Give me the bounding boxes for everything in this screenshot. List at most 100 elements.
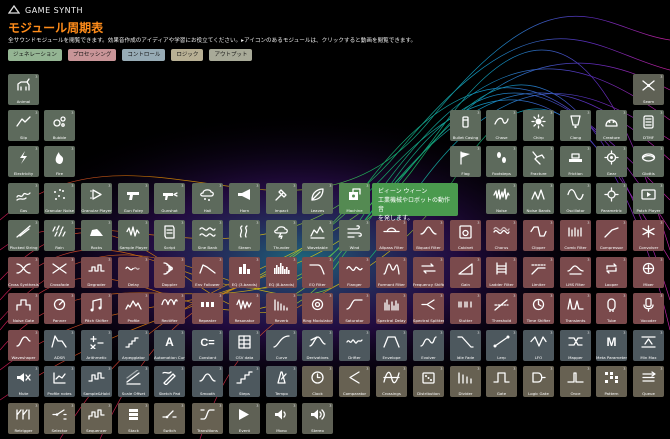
module-tile-saturator[interactable]: 3 Saturator xyxy=(339,293,370,324)
module-tile-evolver[interactable]: 3 Evolver xyxy=(413,330,444,361)
module-tile-vocoder[interactable]: 3 Vocoder xyxy=(633,293,664,324)
module-tile-constant[interactable]: C= 3 Constant xyxy=(192,330,223,361)
module-tile-envelope[interactable]: 3 Envelope xyxy=(376,330,407,361)
module-tile-cross[interactable]: 3 Cross Synthesis xyxy=(8,257,39,288)
module-tile-gear[interactable]: 3 Gear xyxy=(596,146,627,177)
module-tile-lfo[interactable]: 3 LFO xyxy=(523,330,554,361)
module-tile-drifter[interactable]: 3 Drifter xyxy=(339,330,370,361)
module-tile-ladder[interactable]: 3 Ladder Filter xyxy=(486,257,517,288)
module-tile-friction[interactable]: 3 Friction xyxy=(560,146,591,177)
module-tile-minmax[interactable]: 3 Min Max xyxy=(633,330,664,361)
module-tile-footsteps[interactable]: 3 Footsteps xyxy=(486,146,517,177)
module-tile-flag[interactable]: 3 Flag xyxy=(450,146,481,177)
module-tile-scaleoff[interactable]: 3 Scale Offset xyxy=(118,366,149,397)
module-tile-fire[interactable]: 3 Fire xyxy=(44,146,75,177)
module-tile-rectifier[interactable]: 3 Rectifier xyxy=(154,293,185,324)
module-tile-queue[interactable]: 3 Queue xyxy=(633,366,664,397)
module-tile-crossfade[interactable]: 3 Crossfade xyxy=(44,257,75,288)
module-tile-stack[interactable]: 3 Stack xyxy=(118,403,149,434)
module-tile-machine[interactable]: 3 Machine xyxy=(339,183,370,214)
module-tile-looper[interactable]: 3 Looper xyxy=(596,257,627,288)
module-tile-chase[interactable]: 3 Chase xyxy=(486,110,517,141)
module-tile-osc[interactable]: 3 Oscillator xyxy=(560,183,591,214)
module-tile-once[interactable]: 3 Once xyxy=(560,366,591,397)
module-tile-ring[interactable]: 3 Ring Modulator xyxy=(302,293,333,324)
module-tile-cabinet[interactable]: 3 Cabinet xyxy=(450,220,481,251)
filter-control-button[interactable]: コントロール xyxy=(122,49,166,61)
module-tile-envfollow[interactable]: 3 Env Follower xyxy=(192,257,223,288)
module-tile-gplayer[interactable]: 3 Granular Player xyxy=(81,183,112,214)
module-tile-distribution[interactable]: 3 Distribution xyxy=(413,366,444,397)
module-tile-logicgate[interactable]: 3 Logic Gate xyxy=(523,366,554,397)
module-tile-glottis[interactable]: 3 Glottis xyxy=(633,146,664,177)
module-tile-horn[interactable]: 3 Horn xyxy=(229,183,260,214)
module-tile-event[interactable]: 3 Event xyxy=(229,403,260,434)
module-tile-tempo[interactable]: 3 Tempo xyxy=(266,366,297,397)
module-tile-sampleplayer[interactable]: 3 Sample Player xyxy=(118,220,149,251)
module-tile-arp[interactable]: 3 Arpeggiator xyxy=(118,330,149,361)
module-tile-eqfilter[interactable]: 3 EQ Filter xyxy=(302,257,333,288)
module-tile-pattern[interactable]: 3 Pattern xyxy=(596,366,627,397)
module-tile-rain[interactable]: 3 Rain xyxy=(44,220,75,251)
module-tile-repeater[interactable]: 3 Repeater xyxy=(192,293,223,324)
module-tile-curve[interactable]: 3 Curve xyxy=(266,330,297,361)
module-tile-eq3[interactable]: 3 EQ (3-bands) xyxy=(229,257,260,288)
module-tile-mixer[interactable]: 3 Mixer xyxy=(633,257,664,288)
module-tile-autocurve[interactable]: A 3 Automation Curve xyxy=(154,330,185,361)
module-tile-comb[interactable]: 3 Comb Filter xyxy=(560,220,591,251)
module-tile-comparator[interactable]: 3 Comparator xyxy=(339,366,370,397)
module-tile-noisebands[interactable]: 3 Noise Bands xyxy=(523,183,554,214)
module-tile-delay[interactable]: 3 Delay xyxy=(118,257,149,288)
module-tile-threshold[interactable]: 3 Threshold xyxy=(486,293,517,324)
module-tile-specdelay[interactable]: 3 Spectral Delay xyxy=(376,293,407,324)
module-tile-electricity[interactable]: 3 Electricity xyxy=(8,146,39,177)
module-tile-stutter[interactable]: 3 Stutter xyxy=(450,293,481,324)
filter-logic-button[interactable]: ロジック xyxy=(171,49,204,61)
module-tile-eq8[interactable]: 3 EQ (8-bands) xyxy=(266,257,297,288)
module-tile-pitch[interactable]: 3 Pitch Shifter xyxy=(81,293,112,324)
module-tile-wind[interactable]: 3 Wind xyxy=(339,220,370,251)
module-tile-switch[interactable]: 3 Switch xyxy=(154,403,185,434)
module-tile-deriv[interactable]: 3 Derivatives xyxy=(302,330,333,361)
module-tile-noisegate[interactable]: 3 Noise Gate xyxy=(8,293,39,324)
module-tile-crossings[interactable]: 3 Crossings xyxy=(376,366,407,397)
module-tile-transitions[interactable]: 3 Transitions xyxy=(192,403,223,434)
module-tile-gas[interactable]: 3 Gas xyxy=(8,183,39,214)
module-tile-gunshot[interactable]: 3 Gunshot xyxy=(154,183,185,214)
module-tile-idlefade[interactable]: 3 Idle Fade xyxy=(450,330,481,361)
module-tile-noise[interactable]: 3 Noise xyxy=(486,183,517,214)
filter-processing-button[interactable]: プロセッシング xyxy=(67,49,117,61)
module-tile-stereo[interactable]: 3 Stereo xyxy=(302,403,333,434)
module-tile-divider[interactable]: 3 Divider xyxy=(450,366,481,397)
module-tile-convolver[interactable]: 3 Convolver xyxy=(633,220,664,251)
module-tile-gain[interactable]: 3 Gain xyxy=(450,257,481,288)
module-tile-mono[interactable]: 3 Mono xyxy=(266,403,297,434)
module-tile-wavetable[interactable]: 3 Wavetable xyxy=(302,220,333,251)
module-tile-seam[interactable]: 3 Seam xyxy=(633,74,664,105)
module-tile-chirp[interactable]: 3 Chirp xyxy=(523,110,554,141)
filter-output-button[interactable]: アウトプット xyxy=(209,49,253,61)
module-tile-hail[interactable]: 3 Hail xyxy=(192,183,223,214)
module-tile-flanger[interactable]: 3 Flanger xyxy=(339,257,370,288)
module-tile-plucked[interactable]: 3 Plucked String xyxy=(8,220,39,251)
module-tile-steam[interactable]: 3 Steam xyxy=(229,220,260,251)
module-tile-formant[interactable]: 3 Formant Filter xyxy=(376,257,407,288)
module-tile-gunfoley[interactable]: 3 Gun Foley xyxy=(118,183,149,214)
module-tile-smooth[interactable]: 3 Smooth xyxy=(192,366,223,397)
module-tile-biquad[interactable]: 3 Biquad Filter xyxy=(413,220,444,251)
module-tile-csv[interactable]: 3 CSV data xyxy=(229,330,260,361)
filter-generation-button[interactable]: ジェネレーション xyxy=(8,49,62,61)
module-tile-compressor[interactable]: 3 Compressor xyxy=(596,220,627,251)
module-tile-resonator[interactable]: 3 Resonator xyxy=(229,293,260,324)
module-tile-creature[interactable]: 3 Creature xyxy=(596,110,627,141)
module-tile-gate[interactable]: 3 Gate xyxy=(486,366,517,397)
module-tile-bullet[interactable]: 3 Bullet Casing xyxy=(450,110,481,141)
module-tile-retrigger[interactable]: 3 Retrigger xyxy=(8,403,39,434)
module-tile-transients[interactable]: 3 Transients xyxy=(560,293,591,324)
module-tile-sketch[interactable]: 3 Sketch Pad xyxy=(154,366,185,397)
module-tile-slip[interactable]: 3 Slip xyxy=(8,110,39,141)
module-tile-mapper[interactable]: 3 Mapper xyxy=(560,330,591,361)
module-tile-pnotes[interactable]: 3 Profile notes xyxy=(44,366,75,397)
module-tile-snh[interactable]: 3 Sample&Hold xyxy=(81,366,112,397)
module-tile-chorus[interactable]: 3 Chorus xyxy=(486,220,517,251)
